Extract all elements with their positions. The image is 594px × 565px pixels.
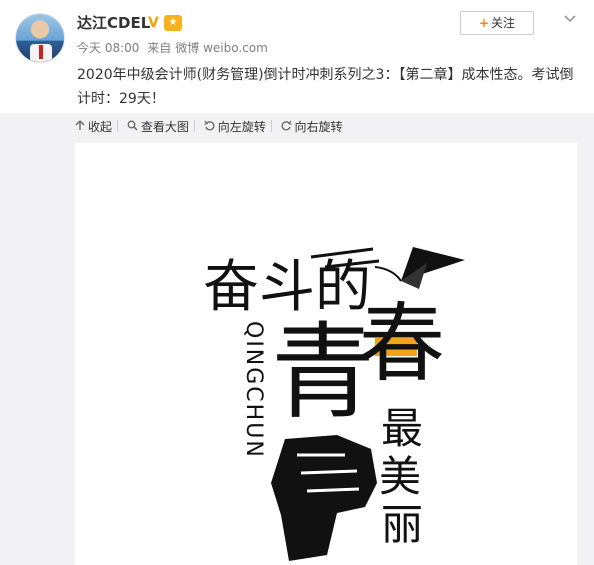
toolbar-divider [193,120,195,132]
poster-vertical-en: QINGCHUN [241,321,266,459]
post-text: 2020年中级会计师(财务管理)倒计时冲刺系列之3：【第二章】成本性态。考试倒计… [77,67,574,107]
poster-char-li: 丽 [381,500,423,549]
collapse-button[interactable]: 收起 [74,117,112,137]
toolbar-divider [117,120,119,132]
avatar-tie [39,45,43,59]
rotate-right-button[interactable]: 向右旋转 [281,117,343,137]
view-large-label: 查看大图 [140,120,189,134]
toolbar-divider [270,120,272,132]
zoom-icon [127,117,139,137]
poster-char-chun: 春 [359,294,445,394]
follow-label: 关注 [491,16,516,30]
view-large-button[interactable]: 查看大图 [127,117,189,137]
fist-icon [271,435,377,561]
rotate-left-label: 向左旋转 [217,120,266,134]
paper-plane-icon [374,247,465,289]
weibo-post-card: 达江CDEL V ★ 今天 08:00 来自 微博 weibo.com + 关注 2… [0,0,594,565]
rotate-right-icon [281,117,293,137]
rotate-right-label: 向右旋转 [294,120,343,134]
vip-badge-icon: ★ [164,15,182,31]
author-name[interactable]: 达江CDEL [77,13,150,33]
collapse-label: 收起 [88,120,113,134]
post-image[interactable]: 奋斗的 青 春 QINGCHUN 最 美 丽 [75,143,577,565]
chevron-down-icon[interactable] [563,12,577,26]
poster-char-mei: 美 [379,452,421,501]
post-meta: 今天 08:00 来自 微博 weibo.com [77,40,272,56]
collapse-icon [74,117,86,137]
post-source[interactable]: 微博 weibo.com [175,41,268,55]
follow-button[interactable]: + 关注 [460,11,534,35]
post-time[interactable]: 今天 08:00 [77,41,139,55]
v-badge-icon: V [148,15,159,31]
image-toolbar: 收起 查看大图 向左旋转 向右旋转 [74,117,346,137]
poster-char-zui: 最 [381,404,423,453]
rotate-left-button[interactable]: 向左旋转 [204,117,266,137]
source-prefix: 来自 [147,41,172,55]
plus-icon: + [478,16,490,30]
poster-graphic: 奋斗的 青 春 QINGCHUN 最 美 丽 [203,247,465,561]
author-avatar[interactable] [15,13,65,63]
rotate-left-icon [204,117,216,137]
